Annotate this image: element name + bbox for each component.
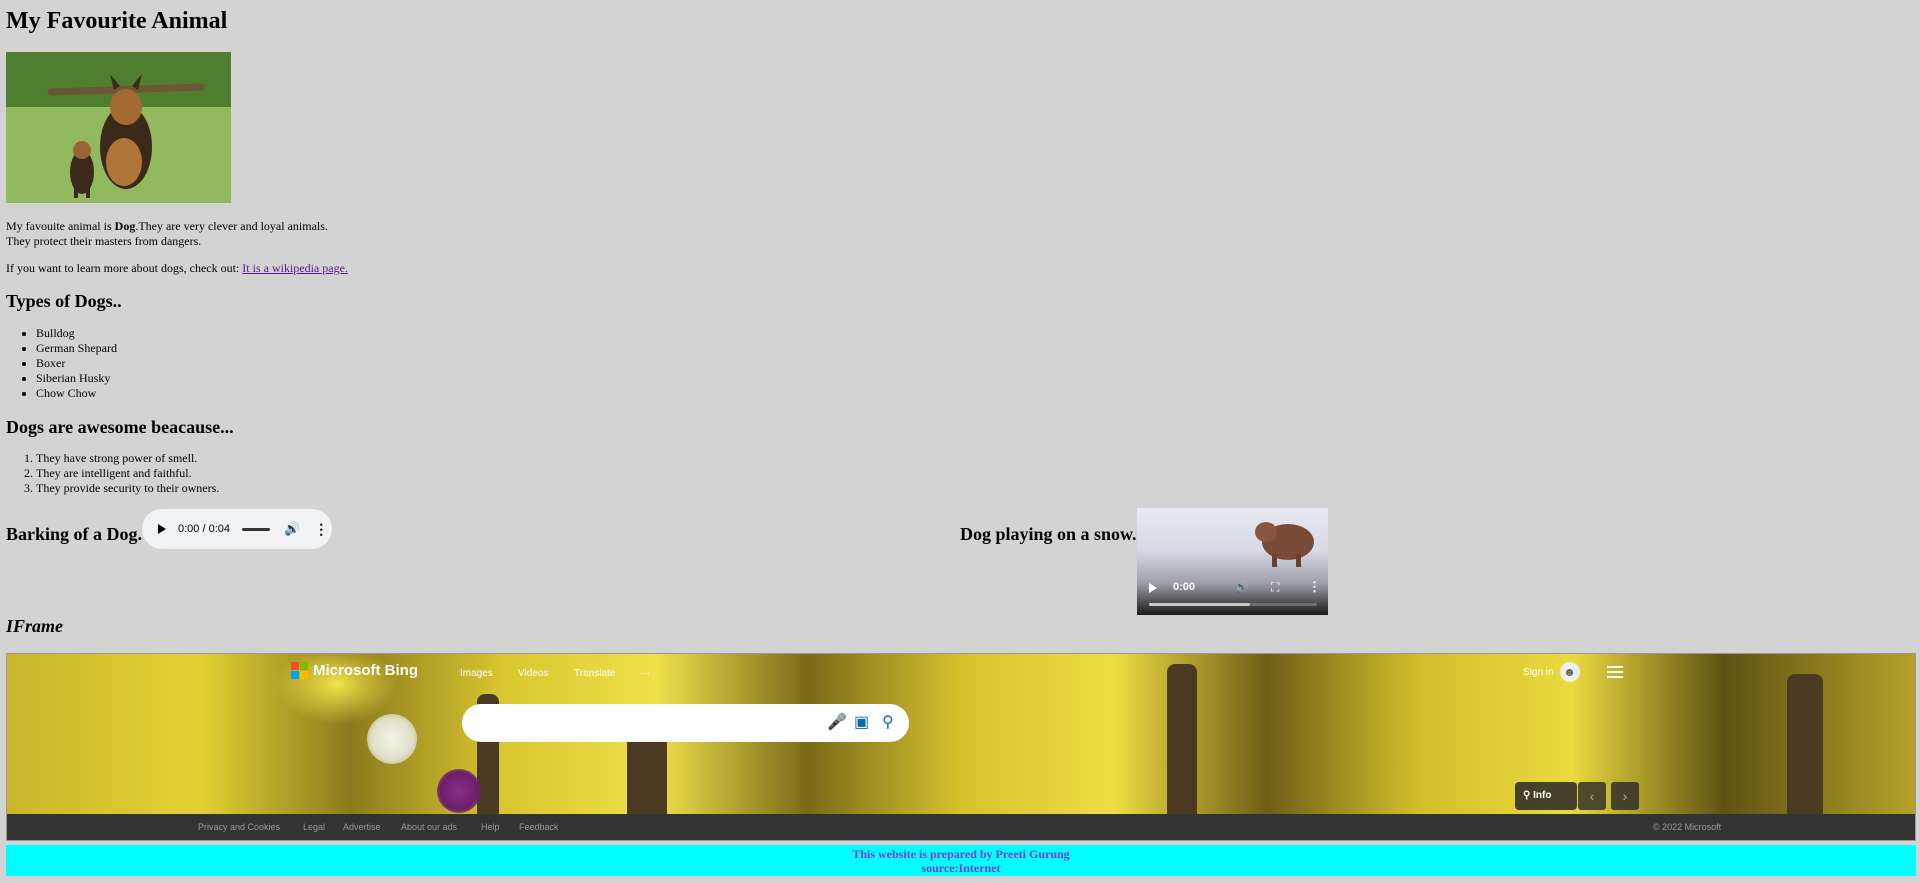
video-progress[interactable] [1149, 603, 1317, 606]
play-icon[interactable] [158, 524, 166, 534]
bing-footer: Privacy and Cookies Legal Advertise Abou… [7, 814, 1915, 840]
bing-iframe[interactable]: Microsoft Bing Images Videos Translate ·… [6, 653, 1916, 841]
more-vert-icon[interactable]: ⋮ [314, 521, 328, 538]
user-avatar-icon: ☻ [1559, 662, 1580, 682]
german-shepherd-photo [6, 52, 231, 203]
footer-link[interactable]: Advertise [343, 822, 381, 832]
video-controls: 0:00 🔊 ⛶ ⋮ [1137, 573, 1328, 615]
list-item: Chow Chow [36, 386, 117, 401]
more-vert-icon[interactable]: ⋮ [1308, 579, 1321, 595]
tree-trunk [1167, 664, 1197, 814]
wikipedia-link[interactable]: It is a wikipedia page. [242, 261, 348, 275]
list-item: Bulldog [36, 326, 117, 341]
info-label: Info [1533, 790, 1552, 801]
chevron-left-icon: ‹ [1589, 788, 1595, 804]
bing-search-box[interactable]: 🎤 ▣ ⚲ [462, 704, 909, 742]
nav-images[interactable]: Images [460, 668, 493, 679]
footer-credit: This website is prepared by Preeti Gurun… [852, 847, 1070, 861]
bing-logo[interactable]: Microsoft Bing [291, 662, 418, 679]
fullscreen-icon[interactable]: ⛶ [1271, 580, 1279, 595]
intro-suffix: .They are very clever and loyal animals. [135, 219, 328, 233]
video-time: 0:00 [1173, 581, 1196, 593]
learn-more: If you want to learn more about dogs, ch… [6, 261, 348, 276]
audio-progress[interactable] [242, 527, 270, 531]
volume-icon[interactable]: 🔊 [1234, 580, 1249, 594]
list-item: They are intelligent and faithful. [36, 466, 219, 481]
types-list: Bulldog German Shepard Boxer Siberian Hu… [6, 326, 117, 401]
intro-prefix: My favouite animal is [6, 219, 115, 233]
audio-player[interactable]: 0:00 / 0:04 🔊 ⋮ [142, 509, 332, 549]
audio-time: 0:00 / 0:04 [178, 523, 230, 535]
reasons-list: They have strong power of smell. They ar… [6, 451, 219, 496]
iframe-heading: IFrame [6, 616, 64, 636]
video-label: Dog playing on a snow. [960, 524, 1137, 544]
flower-head [367, 714, 417, 764]
page-title: My Favourite Animal [6, 8, 228, 34]
flower-head [437, 769, 481, 813]
footer-source: source:Internet [921, 861, 1001, 875]
volume-icon[interactable]: 🔊 [284, 521, 300, 537]
microsoft-logo-icon [291, 662, 308, 679]
footer-link[interactable]: Legal [303, 822, 325, 832]
snow-dog-image [1255, 522, 1314, 567]
prev-image-button[interactable]: ‹ [1578, 782, 1606, 810]
list-item: Siberian Husky [36, 371, 117, 386]
video-player[interactable]: 0:00 🔊 ⛶ ⋮ [1137, 508, 1328, 615]
copyright: © 2022 Microsoft [1653, 822, 1722, 832]
location-icon: ⚲ [1523, 790, 1531, 801]
intro-bold: Dog [114, 219, 136, 233]
visual-search-icon[interactable]: ▣ [854, 712, 869, 732]
microphone-icon[interactable]: 🎤 [827, 712, 847, 732]
intro-paragraph: My favouite animal is Dog.They are very … [6, 219, 328, 249]
play-icon[interactable] [1149, 583, 1157, 593]
nav-translate[interactable]: Translate [574, 668, 615, 679]
hamburger-menu-icon[interactable] [1607, 666, 1623, 678]
intro-line2: They protect their masters from dangers. [6, 234, 202, 248]
list-item: They have strong power of smell. [36, 451, 219, 466]
nav-more[interactable]: ··· [640, 668, 650, 679]
list-item: German Shepard [36, 341, 117, 356]
nav-videos[interactable]: Videos [518, 668, 548, 679]
video-progress-fill [1149, 603, 1250, 606]
list-item: They provide security to their owners. [36, 481, 219, 496]
chevron-right-icon: › [1622, 788, 1628, 804]
tree-trunk [1787, 674, 1823, 814]
bing-brand: Microsoft Bing [313, 662, 418, 679]
footer-banner: This website is prepared by Preeti Gurun… [6, 845, 1916, 876]
info-button[interactable]: ⚲ Info [1515, 782, 1577, 810]
footer-link[interactable]: Privacy and Cookies [198, 822, 280, 832]
learn-text: If you want to learn more about dogs, ch… [6, 261, 243, 275]
reasons-heading: Dogs are awesome beacause... [6, 417, 234, 437]
sign-in-button[interactable]: Sign in ☻ [1523, 662, 1580, 682]
sign-in-label: Sign in [1523, 666, 1554, 678]
footer-link[interactable]: Feedback [519, 822, 559, 832]
audio-label: Barking of a Dog. [6, 524, 143, 544]
types-heading: Types of Dogs.. [6, 291, 122, 311]
next-image-button[interactable]: › [1611, 782, 1639, 810]
dog-image [6, 52, 231, 203]
footer-link[interactable]: About our ads [401, 822, 457, 832]
search-icon[interactable]: ⚲ [882, 712, 894, 732]
list-item: Boxer [36, 356, 117, 371]
footer-link[interactable]: Help [481, 822, 500, 832]
